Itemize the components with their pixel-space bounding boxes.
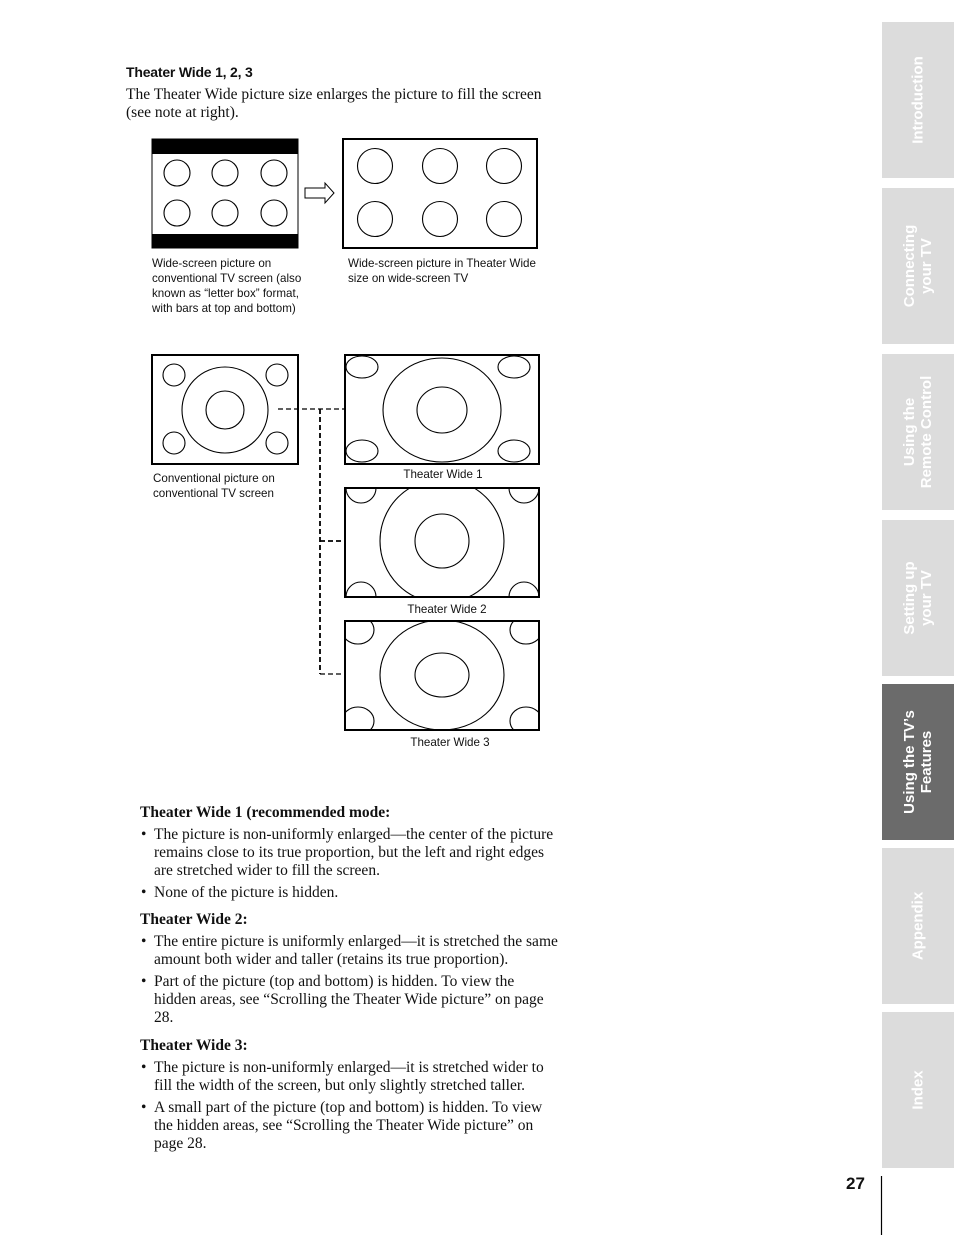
bullet-line: amount both wider and taller (retains it… xyxy=(154,951,509,968)
bullet-item: • The picture is non-uniformly enlarged—… xyxy=(140,1059,580,1095)
caption-line: conventional TV screen (also xyxy=(152,272,302,285)
tab-label: Using the TV’s Features xyxy=(901,710,935,814)
bullet-line: remains close to its true proportion, bu… xyxy=(154,844,544,861)
theater-wide-2-illustration xyxy=(344,487,540,598)
bullet-line: page 28. xyxy=(154,1135,207,1152)
tab-label: Appendix xyxy=(909,891,927,961)
tab-setting-up-your-tv[interactable]: Setting up your TV xyxy=(882,520,954,676)
subsection-title: Theater Wide 2: xyxy=(140,911,248,928)
letterbox-caption: Wide-screen picture on conventional TV s… xyxy=(152,256,301,316)
bullet-line: 28. xyxy=(154,1009,174,1026)
bullet-list: • The entire picture is uniformly enlarg… xyxy=(140,933,580,1027)
bullet-list: • The picture is non-uniformly enlarged—… xyxy=(140,826,580,902)
section-theater-wide-2: Theater Wide 2: • The entire picture is … xyxy=(140,911,580,1031)
tw3-tv-bg xyxy=(345,621,539,730)
tab-using-the-tvs-features[interactable]: Using the TV’s Features xyxy=(882,684,954,840)
tab-label: Introduction xyxy=(909,56,927,144)
bullet-icon: • xyxy=(141,1059,147,1076)
letterbox-tv-frame xyxy=(151,138,299,249)
caption-line: Conventional picture on xyxy=(153,472,275,485)
tab-label: Index xyxy=(909,1070,927,1110)
conventional-caption: Conventional picture on conventional TV … xyxy=(153,471,275,501)
theater-wide-1-illustration xyxy=(344,354,540,465)
widescreen-caption: Wide-screen picture in Theater Wide size… xyxy=(348,256,536,286)
bullet-line: Part of the picture (top and bottom) is … xyxy=(154,973,515,990)
tw2-tv-bg xyxy=(345,488,539,597)
caption-line: size on wide-screen TV xyxy=(348,272,469,285)
conventional-tv-illustration xyxy=(151,354,299,465)
tab-label: Connecting your TV xyxy=(901,224,935,308)
bullet-line: None of the picture is hidden. xyxy=(154,884,339,901)
caption-line: with bars at top and bottom) xyxy=(152,302,296,315)
tab-introduction[interactable]: Introduction xyxy=(882,22,954,178)
section-theater-wide-1: Theater Wide 1 (recommended mode: • The … xyxy=(140,804,580,906)
tab-label: Setting up your TV xyxy=(901,561,935,635)
bullet-line: hidden areas, see “Scrolling the Theater… xyxy=(154,991,544,1008)
caption-line: Wide-screen picture in Theater Wide xyxy=(348,257,536,270)
bullet-icon: • xyxy=(141,933,147,950)
right-arrow-icon xyxy=(304,181,335,205)
tab-connecting-your-tv[interactable]: Connecting your TV xyxy=(882,188,954,344)
letterbox-bottom-bar xyxy=(152,234,298,248)
tab-appendix[interactable]: Appendix xyxy=(882,848,954,1004)
tw1-label: Theater Wide 1 xyxy=(403,468,483,481)
bullet-line: the hidden areas, see “Scrolling the The… xyxy=(154,1117,534,1134)
bullet-icon: • xyxy=(141,826,147,843)
bullet-line: The entire picture is uniformly enlarged… xyxy=(154,933,558,950)
theater-wide-3-illustration xyxy=(344,620,540,731)
bullet-line: The picture is non-uniformly enlarged—it… xyxy=(154,1059,544,1076)
bullet-line: A small part of the picture (top and bot… xyxy=(154,1099,543,1116)
widescreen-tv-illustration xyxy=(342,138,538,249)
bullet-item: • A small part of the picture (top and b… xyxy=(140,1099,580,1153)
letterbox-top-bar xyxy=(152,139,298,154)
bullet-icon: • xyxy=(141,973,147,990)
caption-line: conventional TV screen xyxy=(153,487,274,500)
bullet-icon: • xyxy=(141,884,147,901)
subsection-title: Theater Wide 3: xyxy=(140,1037,248,1054)
bullet-line: The picture is non-uniformly enlarged—th… xyxy=(154,826,554,843)
bullet-item: • None of the picture is hidden. xyxy=(140,884,580,902)
caption-line: Wide-screen picture on xyxy=(152,257,272,270)
bullet-item: • The entire picture is uniformly enlarg… xyxy=(140,933,580,969)
letterbox-tv-illustration xyxy=(151,138,299,249)
tw2-label: Theater Wide 2 xyxy=(407,603,487,616)
bullet-item: • The picture is non-uniformly enlarged—… xyxy=(140,826,580,880)
tab-index[interactable]: Index xyxy=(882,1012,954,1168)
tab-label: Using the Remote Control xyxy=(901,375,935,489)
bullet-item: • Part of the picture (top and bottom) i… xyxy=(140,973,580,1027)
bullet-icon: • xyxy=(141,1099,147,1116)
conventional-tv-frame xyxy=(151,354,299,465)
bullet-line: are stretched wider to fill the screen. xyxy=(154,862,380,879)
caption-line: known as “letter box” format, xyxy=(152,287,299,300)
section-theater-wide-3: Theater Wide 3: • The picture is non-uni… xyxy=(140,1037,580,1157)
page-number: 27 xyxy=(846,1174,865,1193)
tab-using-the-remote-control[interactable]: Using the Remote Control xyxy=(882,354,954,510)
subsection-title: Theater Wide 1 (recommended mode: xyxy=(140,804,391,821)
widescreen-tv-frame xyxy=(342,138,538,249)
tw3-label: Theater Wide 3 xyxy=(410,736,490,749)
bullet-list: • The picture is non-uniformly enlarged—… xyxy=(140,1059,580,1153)
bullet-line: fill the width of the screen, but only s… xyxy=(154,1077,526,1094)
tw1-tv-frame xyxy=(344,354,540,465)
